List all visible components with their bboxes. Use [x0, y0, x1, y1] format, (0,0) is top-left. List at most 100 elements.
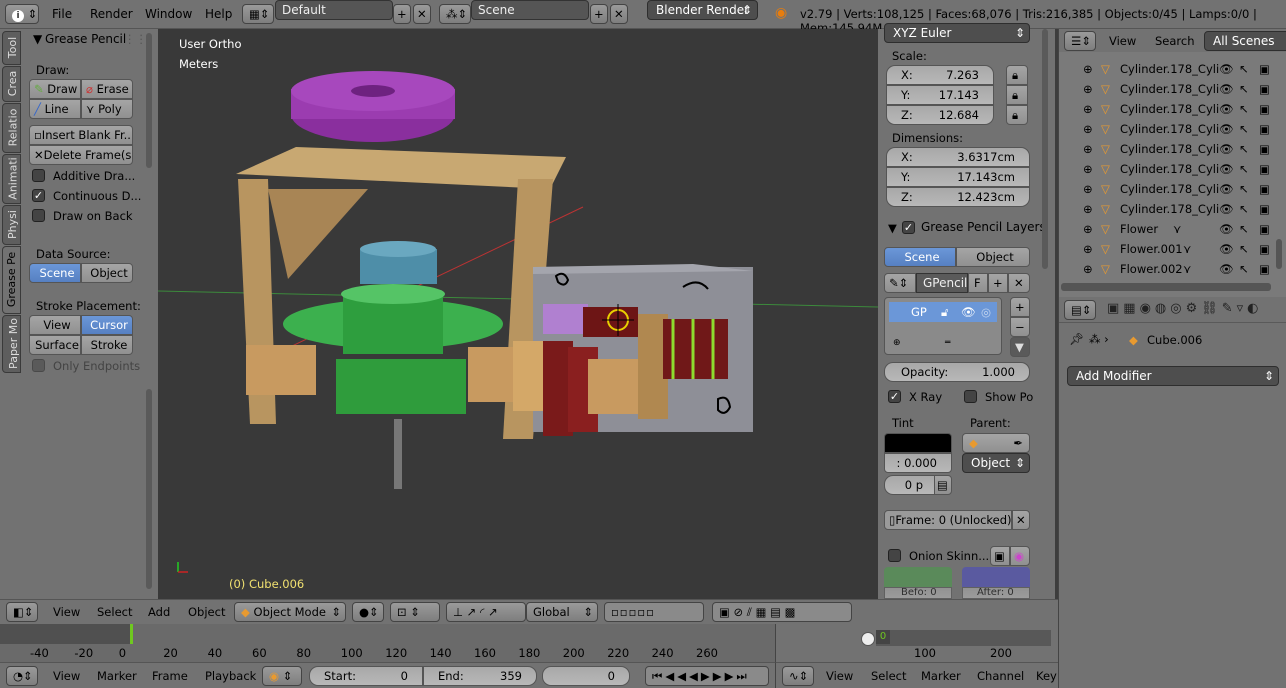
mode-dropdown[interactable]: ◆ Object Mode ⇕ — [234, 602, 346, 622]
tool-shelf-scrollbar[interactable] — [146, 33, 152, 168]
scene-add-button[interactable]: + — [590, 4, 608, 24]
gp-layer-list[interactable]: GP 🔓︎ 👁︎ ◎ ⊕ ═ — [884, 297, 1002, 355]
outliner-item-name[interactable]: Cylinder.178_Cyli — [1120, 179, 1220, 199]
cursor-select-icon[interactable]: ↖ — [1239, 139, 1249, 159]
cursor-select-icon[interactable]: ↖ — [1239, 99, 1249, 119]
lock-scale-y[interactable]: 🔒︎ — [1006, 85, 1028, 105]
camera-render-icon[interactable]: ▣ — [1259, 179, 1270, 199]
parent-type-dropdown[interactable]: Object ⇕ — [962, 453, 1030, 473]
timeline-area[interactable]: -40 -20 0 20 40 60 80 100 120 140 160 180 200 220 240 2… — [0, 624, 775, 662]
outliner-item-name[interactable]: Cylinder.178_Cyli — [1120, 139, 1220, 159]
timeline-marker-menu[interactable]: Marker — [97, 669, 137, 683]
gpencil-fake-user-button[interactable]: F — [968, 273, 988, 293]
tab-grease-pencil[interactable]: Grease Pe — [2, 246, 21, 314]
tint-factor-field[interactable]: : 0.000 — [884, 453, 952, 473]
tree-expand-icon[interactable]: ⊕ — [1083, 99, 1093, 119]
timeline-view-menu[interactable]: View — [53, 669, 80, 683]
timeline-frame-menu[interactable]: Frame — [152, 669, 188, 683]
tree-expand-icon[interactable]: ⊕ — [1083, 199, 1093, 219]
timeline-editor-type[interactable]: ◔⇕ — [6, 666, 38, 686]
pivot-dropdown[interactable]: ⊡ ⇕ — [390, 602, 440, 622]
graph-editor-type[interactable]: ∿⇕ — [782, 666, 814, 686]
outliner-editor-type[interactable]: ☰⇕ — [1064, 31, 1096, 51]
panel-collapse-icon[interactable]: ▼ — [888, 221, 897, 235]
cursor-select-icon[interactable]: ↖ — [1239, 159, 1249, 179]
outliner-row[interactable]: ⊕ ▽ Flower.001 ⋎ 👁︎ ↖ ▣ — [1063, 239, 1281, 259]
tool-shelf-lower-scrollbar[interactable] — [146, 389, 152, 589]
graph-view-menu[interactable]: View — [826, 669, 853, 683]
tab-animation[interactable]: Animati — [2, 154, 21, 204]
eye-icon[interactable]: 👁︎ — [1219, 239, 1234, 259]
outliner-scrollbar[interactable] — [1276, 239, 1282, 269]
xray-checkbox[interactable]: ✓ — [888, 390, 901, 403]
gp-scene-button[interactable]: Scene — [884, 247, 956, 267]
outliner-display-mode[interactable]: All Scenes — [1204, 31, 1286, 51]
outliner-row[interactable]: ⊕ ▽ Cylinder.178_Cyli 👁︎ ↖ ▣ — [1063, 139, 1281, 159]
outliner-row[interactable]: ⊕ ▽ Cylinder.178_Cyli 👁︎ ↖ ▣ — [1063, 159, 1281, 179]
dimension-x-field[interactable]: X: 3.6317cm — [886, 147, 1030, 167]
menu-file[interactable]: File — [52, 7, 72, 21]
menu-render[interactable]: Render — [90, 7, 133, 21]
context-tab-icons[interactable]: ▣▦◉◍◎⚙⛓✎▿◐ — [1107, 301, 1263, 316]
graph-marker-menu[interactable]: Marker — [921, 669, 961, 683]
orientation-dropdown[interactable]: Global ⇕ — [526, 602, 598, 622]
gp-layer-row[interactable]: GP 🔓︎ 👁︎ ◎ — [889, 302, 997, 322]
only-endpoints-checkbox[interactable] — [32, 359, 45, 372]
outliner-item-name[interactable]: Flower.002 — [1120, 259, 1220, 279]
info-editor-button[interactable]: i ⇕ — [5, 4, 39, 24]
onion-color-button[interactable]: ◉ — [1010, 546, 1030, 566]
continuous-drawing-checkbox[interactable]: ✓ — [32, 189, 45, 202]
data-source-object-button[interactable]: Object — [81, 263, 133, 283]
before-color-swatch[interactable] — [884, 567, 952, 587]
cursor-select-icon[interactable]: ↖ — [1239, 199, 1249, 219]
manipulator-buttons[interactable]: ⊥ ↗ ◜ ↗ — [446, 602, 526, 622]
tab-create[interactable]: Crea — [2, 66, 21, 102]
scale-x-field[interactable]: X: 7.263 — [886, 65, 994, 85]
add-modifier-dropdown[interactable]: Add Modifier ⇕ — [1067, 366, 1279, 386]
layout-add-button[interactable]: + — [393, 4, 411, 24]
gpencil-new-button[interactable]: + — [988, 273, 1008, 293]
lock-scale-z[interactable]: 🔒︎ — [1006, 105, 1028, 125]
cursor-select-icon[interactable]: ↖ — [1239, 239, 1249, 259]
start-frame-field[interactable]: Start: 0 — [309, 666, 423, 686]
outliner-row[interactable]: ⊕ ▽ Cylinder.178_Cyli 👁︎ ↖ ▣ — [1063, 199, 1281, 219]
tree-expand-icon[interactable]: ⊕ — [1083, 119, 1093, 139]
render-engine-dropdown[interactable]: Blender Render ⇕ — [647, 0, 758, 20]
viewport-editor-type[interactable]: ◧⇕ — [6, 602, 38, 622]
camera-render-icon[interactable]: ▣ — [1259, 139, 1270, 159]
erase-button[interactable]: ⌀ Erase — [81, 79, 133, 99]
pin-icon[interactable]: 📌︎ — [1069, 332, 1084, 346]
outliner-search-menu[interactable]: Search — [1155, 34, 1195, 48]
onion-icon-button[interactable]: ▣ — [990, 546, 1010, 566]
outliner-h-scrollbar[interactable] — [1061, 283, 1271, 291]
eye-icon[interactable]: 👁︎ — [1219, 119, 1234, 139]
line-button[interactable]: ╱ Line — [29, 99, 81, 119]
parent-object-field[interactable]: ◆ ✒ — [962, 433, 1030, 453]
viewport-object-menu[interactable]: Object — [188, 605, 225, 619]
eye-icon[interactable]: 👁︎ — [1219, 179, 1234, 199]
draw-button[interactable]: ✎ Draw — [29, 79, 81, 99]
cursor-select-icon[interactable]: ↖ — [1239, 119, 1249, 139]
tab-physics[interactable]: Physi — [2, 205, 21, 245]
timeline-sync-button[interactable]: ◉ ⇕ — [262, 666, 302, 686]
graph-key-menu[interactable]: Key — [1036, 669, 1057, 683]
cursor-select-icon[interactable]: ↖ — [1239, 179, 1249, 199]
camera-render-icon[interactable]: ▣ — [1259, 239, 1270, 259]
grease-pencil-layers-checkbox[interactable]: ✓ — [902, 221, 915, 234]
viewport-select-menu[interactable]: Select — [97, 605, 132, 619]
outliner-row[interactable]: ⊕ ▽ Flower.002 ⋎ 👁︎ ↖ ▣ — [1063, 259, 1281, 279]
thickness-icon-button[interactable]: ▤ — [934, 475, 952, 495]
dimension-z-field[interactable]: Z: 12.423cm — [886, 187, 1030, 207]
onion-skinning-checkbox[interactable] — [888, 549, 901, 562]
eye-icon[interactable]: 👁︎ — [1219, 99, 1234, 119]
outliner-row[interactable]: ⊕ ▽ Cylinder.178_Cyli 👁︎ ↖ ▣ — [1063, 99, 1281, 119]
gp-layer-remove[interactable]: − — [1010, 317, 1030, 337]
layer-grid[interactable]: ▫▫▫▫▫ ▫▫▫▫▫ — [604, 602, 704, 637]
menu-window[interactable]: Window — [145, 7, 192, 21]
opacity-field[interactable]: Opacity: 1.000 — [884, 362, 1030, 382]
draw-on-back-checkbox[interactable] — [32, 209, 45, 222]
camera-render-icon[interactable]: ▣ — [1259, 79, 1270, 99]
eye-icon[interactable]: 👁︎ — [1219, 159, 1234, 179]
onion-skinning-label[interactable]: Onion Skinn... — [909, 549, 989, 563]
outliner-row[interactable]: ⊕ ▽ Cylinder.178_Cyli 👁︎ ↖ ▣ — [1063, 119, 1281, 139]
